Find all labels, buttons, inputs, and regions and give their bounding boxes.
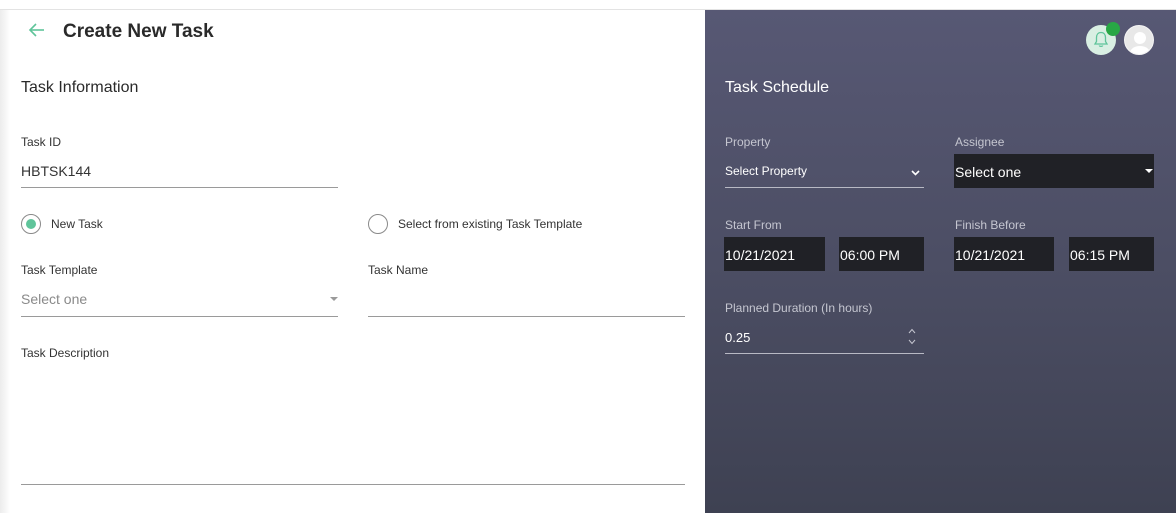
planned-duration-underline [725,353,924,354]
user-avatar-icon[interactable] [1124,25,1154,55]
task-template-label: Task Template [21,263,98,277]
bell-icon [1093,31,1109,48]
chevron-down-icon[interactable] [911,170,920,176]
property-underline [725,187,924,188]
planned-duration-input[interactable]: 0.25 [725,330,750,345]
panel-edge-shadow [0,10,10,513]
back-arrow-icon[interactable] [27,20,47,40]
start-time-value: 06:00 PM [840,247,900,263]
task-template-select[interactable]: Select one [21,291,87,307]
page-title: Create New Task [63,21,214,42]
task-name-label: Task Name [368,263,429,277]
existing-template-radio[interactable] [368,214,388,234]
assignee-select[interactable]: Select one [954,154,1154,188]
finish-time-value: 06:15 PM [1070,247,1130,263]
task-schedule-title: Task Schedule [725,79,830,96]
start-from-label: Start From [725,218,782,232]
task-information-title: Task Information [21,79,139,96]
caret-down-icon[interactable] [1145,169,1153,173]
notification-badge [1106,22,1120,36]
assignee-label: Assignee [955,135,1005,149]
task-id-input[interactable]: HBTSK144 [21,163,91,179]
task-id-underline [21,187,338,188]
start-date-input[interactable]: 10/21/2021 [724,237,825,271]
finish-date-input[interactable]: 10/21/2021 [954,237,1054,271]
caret-down-icon[interactable] [330,297,338,301]
task-description-label: Task Description [21,346,110,360]
finish-date-value: 10/21/2021 [955,247,1026,263]
finish-before-label: Finish Before [955,218,1026,232]
existing-template-radio-label[interactable]: Select from existing Task Template [398,217,582,231]
task-name-input[interactable] [368,291,684,311]
finish-time-input[interactable]: 06:15 PM [1069,237,1154,271]
start-time-input[interactable]: 06:00 PM [839,237,924,271]
window-top-border [0,0,1176,10]
task-description-underline [21,484,685,485]
task-template-underline [21,316,338,317]
planned-duration-label: Planned Duration (In hours) [725,301,873,315]
new-task-radio-label[interactable]: New Task [51,217,103,231]
task-description-textarea[interactable] [21,366,685,478]
stepper-up-icon[interactable] [907,327,917,335]
task-id-label: Task ID [21,135,62,149]
radio-selected-dot [26,219,36,229]
property-label: Property [725,135,771,149]
property-select[interactable]: Select Property [725,164,807,178]
stepper-down-icon[interactable] [907,338,917,346]
task-name-underline [368,316,685,317]
start-date-value: 10/21/2021 [725,247,796,263]
assignee-select-value: Select one [955,164,1022,180]
new-task-radio[interactable] [21,214,41,234]
